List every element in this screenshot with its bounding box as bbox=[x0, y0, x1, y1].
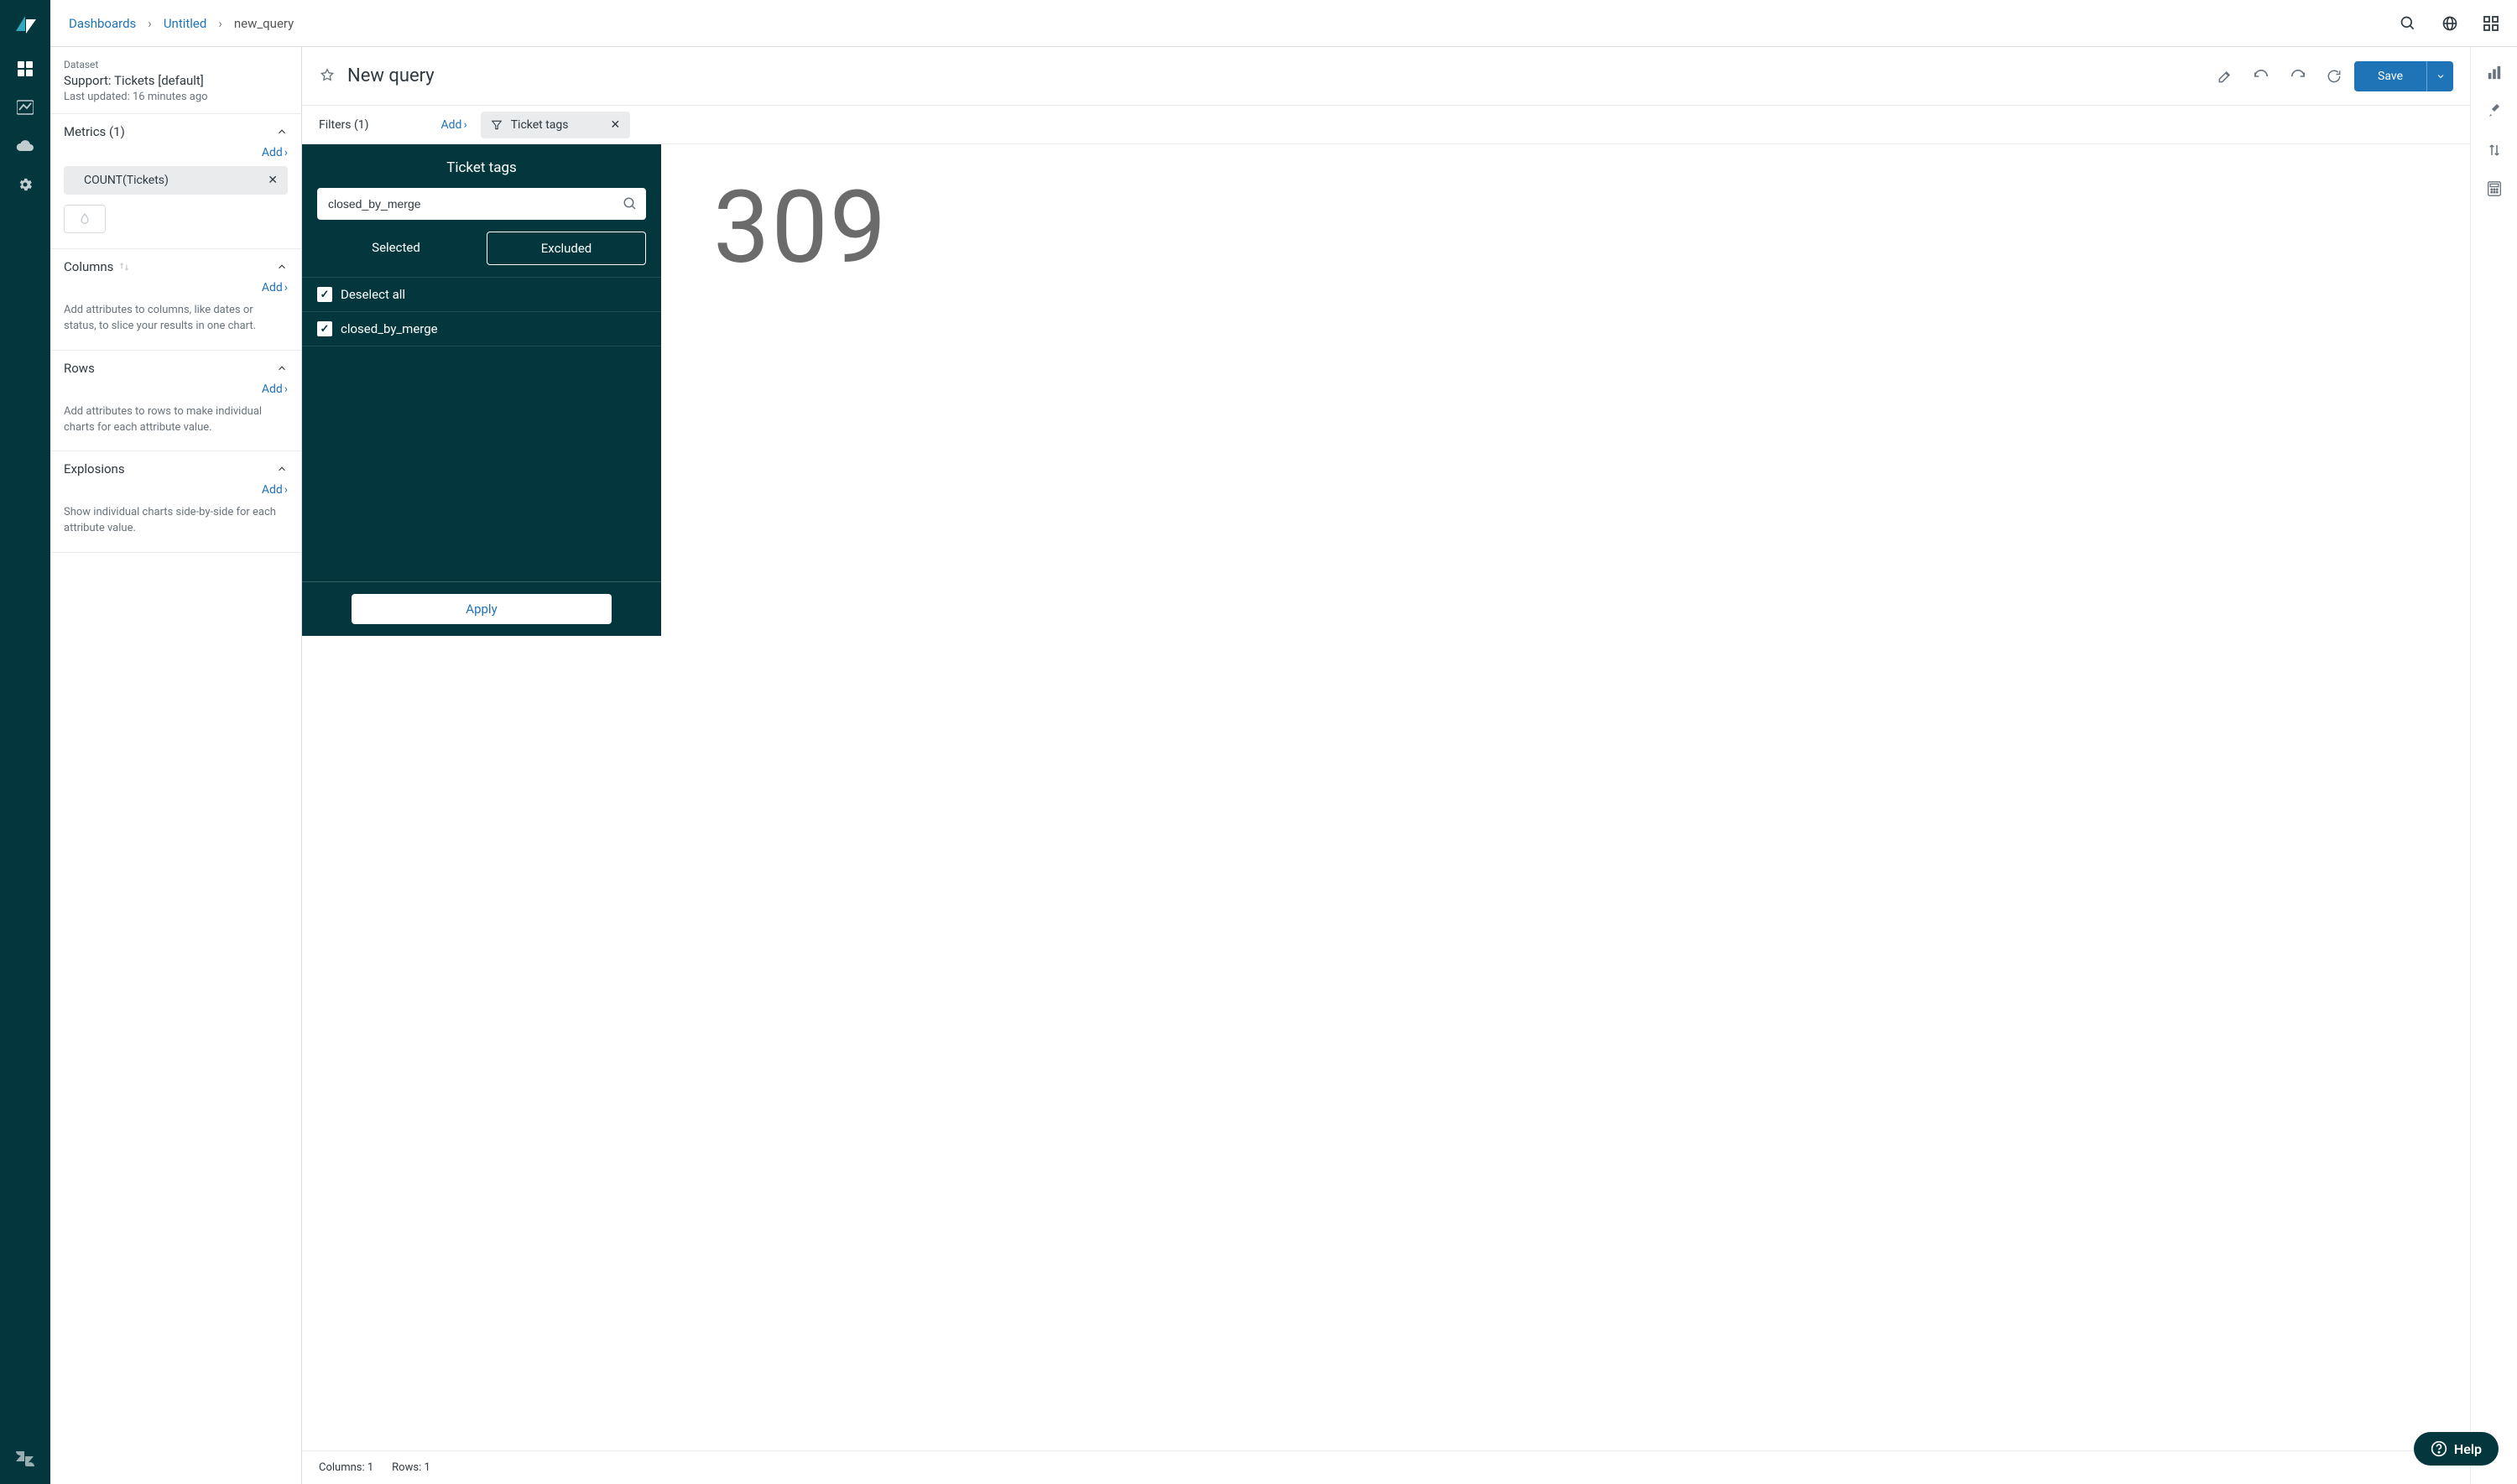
search-icon[interactable] bbox=[2400, 15, 2416, 32]
popover-title: Ticket tags bbox=[302, 144, 661, 188]
settings-nav-icon[interactable] bbox=[15, 174, 35, 195]
cloud-nav-icon[interactable] bbox=[15, 136, 35, 156]
dataset-updated: Last updated: 16 minutes ago bbox=[64, 91, 288, 103]
calculator-icon[interactable] bbox=[2487, 181, 2502, 196]
breadcrumb-dashboards[interactable]: Dashboards bbox=[69, 16, 136, 31]
tab-selected[interactable]: Selected bbox=[317, 232, 475, 265]
help-label: Help bbox=[2454, 1441, 2482, 1457]
tab-excluded[interactable]: Excluded bbox=[487, 232, 646, 265]
search-icon[interactable] bbox=[623, 196, 638, 211]
dashboard-nav-icon[interactable] bbox=[15, 59, 35, 79]
query-title[interactable]: New query bbox=[347, 65, 2205, 86]
filter-bar: Filters (1) Add› Ticket tags ✕ bbox=[302, 106, 2470, 144]
rows-add-link[interactable]: Add› bbox=[64, 383, 288, 396]
explosions-help: Show individual charts side-by-side for … bbox=[64, 505, 288, 537]
columns-add-link[interactable]: Add› bbox=[64, 281, 288, 294]
explosions-section: Explosions Add› Show individual charts s… bbox=[50, 451, 301, 553]
metrics-section-head[interactable]: Metrics (1) bbox=[64, 124, 288, 139]
reports-nav-icon[interactable] bbox=[15, 97, 35, 117]
status-rows: Rows: 1 bbox=[392, 1461, 430, 1474]
filter-option-row[interactable]: ✓ closed_by_merge bbox=[302, 312, 661, 346]
metrics-title: Metrics (1) bbox=[64, 124, 125, 139]
query-header: New query bbox=[302, 47, 2470, 106]
columns-section-head[interactable]: Columns bbox=[64, 259, 288, 274]
filter-icon bbox=[491, 119, 503, 131]
chevron-up-icon bbox=[276, 261, 288, 273]
filters-label: Filters (1) bbox=[319, 118, 369, 132]
query-panel: New query bbox=[302, 47, 2470, 1484]
columns-title: Columns bbox=[64, 259, 130, 274]
metrics-section: Metrics (1) Add› COUNT(Tickets) ✕ bbox=[50, 114, 301, 249]
explosions-add-link[interactable]: Add› bbox=[64, 483, 288, 497]
help-button[interactable]: Help bbox=[2414, 1432, 2499, 1466]
result-value: 309 bbox=[713, 169, 888, 287]
help-icon bbox=[2431, 1440, 2447, 1457]
rows-help: Add attributes to rows to make individua… bbox=[64, 404, 288, 436]
checkbox-icon[interactable]: ✓ bbox=[317, 287, 332, 302]
dataset-name: Support: Tickets [default] bbox=[64, 73, 288, 88]
save-button-label: Save bbox=[2354, 61, 2426, 91]
undo-icon[interactable] bbox=[2252, 69, 2270, 84]
result-area: Ticket tags Selected Excluded bbox=[302, 144, 2470, 1450]
breadcrumb: Dashboards › Untitled › new_query bbox=[69, 16, 294, 31]
filter-chip-ticket-tags[interactable]: Ticket tags ✕ bbox=[481, 112, 631, 138]
save-button[interactable]: Save bbox=[2354, 61, 2453, 91]
refresh-icon[interactable] bbox=[2326, 68, 2342, 85]
apps-icon[interactable] bbox=[2483, 16, 2499, 31]
breadcrumb-sep: › bbox=[218, 16, 222, 31]
filter-chip-label: Ticket tags bbox=[511, 118, 569, 132]
rows-section-head[interactable]: Rows bbox=[64, 361, 288, 376]
side-rail bbox=[0, 0, 50, 1484]
top-bar: Dashboards › Untitled › new_query bbox=[50, 0, 2517, 47]
metric-remove-icon[interactable]: ✕ bbox=[268, 174, 278, 187]
paint-icon[interactable] bbox=[2487, 104, 2502, 119]
edit-icon[interactable] bbox=[2217, 68, 2233, 85]
chevron-up-icon bbox=[276, 362, 288, 374]
columns-section: Columns Add› Add attributes to columns, … bbox=[50, 249, 301, 351]
rows-title: Rows bbox=[64, 361, 95, 376]
redo-icon[interactable] bbox=[2289, 69, 2307, 84]
drop-placeholder[interactable] bbox=[64, 205, 106, 233]
globe-icon[interactable] bbox=[2441, 15, 2458, 32]
swap-icon bbox=[118, 261, 130, 273]
metric-chip-text: COUNT(Tickets) bbox=[84, 174, 268, 187]
filter-option-label: closed_by_merge bbox=[341, 321, 438, 336]
breadcrumb-sep: › bbox=[148, 16, 152, 31]
pin-icon[interactable] bbox=[319, 68, 336, 85]
explosions-section-head[interactable]: Explosions bbox=[64, 461, 288, 476]
apply-button[interactable]: Apply bbox=[352, 594, 612, 624]
status-columns: Columns: 1 bbox=[319, 1461, 373, 1474]
checkbox-icon[interactable]: ✓ bbox=[317, 321, 332, 336]
filters-add-link[interactable]: Add› bbox=[441, 118, 467, 132]
bar-chart-icon[interactable] bbox=[2487, 65, 2502, 81]
sort-icon[interactable] bbox=[2487, 143, 2502, 158]
zendesk-logo-icon[interactable] bbox=[15, 1449, 35, 1469]
metrics-add-link[interactable]: Add› bbox=[64, 146, 288, 159]
explosions-title: Explosions bbox=[64, 461, 125, 476]
config-panel: Dataset Support: Tickets [default] Last … bbox=[50, 47, 302, 1484]
breadcrumb-untitled[interactable]: Untitled bbox=[164, 16, 207, 31]
deselect-all-label: Deselect all bbox=[341, 287, 405, 302]
droplet-icon bbox=[78, 212, 91, 226]
filter-remove-icon[interactable]: ✕ bbox=[611, 118, 621, 132]
filter-search-input[interactable] bbox=[317, 188, 646, 220]
breadcrumb-current: new_query bbox=[234, 16, 294, 31]
status-bar: Columns: 1 Rows: 1 bbox=[302, 1450, 2470, 1484]
filter-popover: Ticket tags Selected Excluded bbox=[302, 144, 661, 636]
dataset-header[interactable]: Dataset Support: Tickets [default] Last … bbox=[50, 47, 301, 114]
save-dropdown-icon[interactable] bbox=[2426, 61, 2453, 91]
chevron-up-icon bbox=[276, 126, 288, 138]
deselect-all-row[interactable]: ✓ Deselect all bbox=[302, 277, 661, 312]
app-logo[interactable] bbox=[10, 10, 40, 40]
chart-type-panel bbox=[2470, 47, 2517, 1484]
rows-section: Rows Add› Add attributes to rows to make… bbox=[50, 351, 301, 452]
metric-chip[interactable]: COUNT(Tickets) ✕ bbox=[64, 166, 288, 195]
dataset-label: Dataset bbox=[64, 59, 288, 70]
columns-help: Add attributes to columns, like dates or… bbox=[64, 303, 288, 335]
chevron-up-icon bbox=[276, 463, 288, 475]
